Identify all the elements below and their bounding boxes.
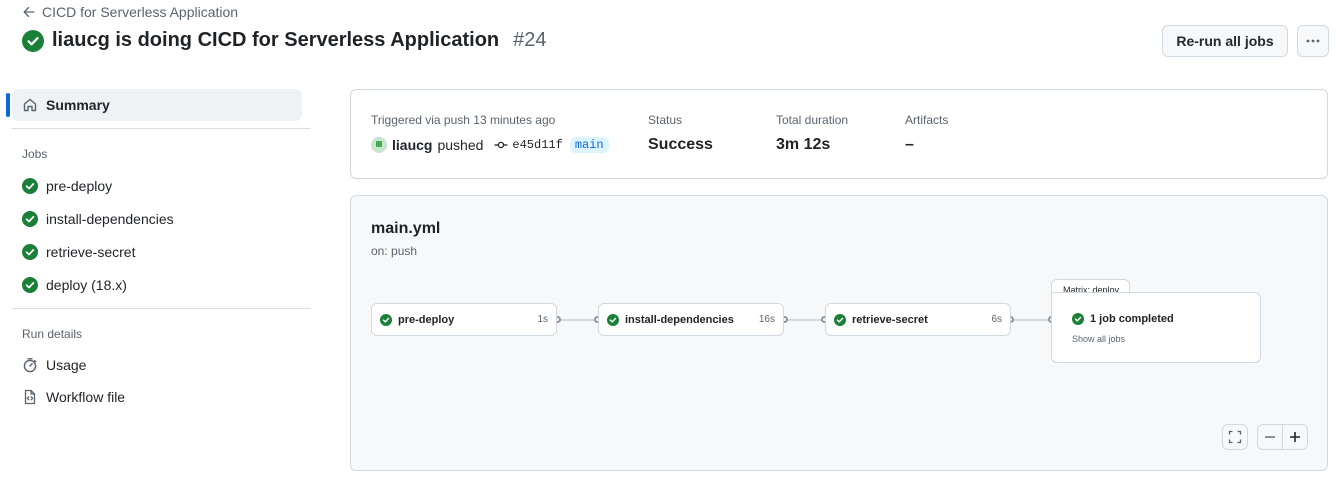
- jobs-heading: Jobs: [22, 147, 48, 161]
- run-details-heading: Run details: [22, 327, 83, 341]
- back-link[interactable]: CICD for Serverless Application: [22, 4, 238, 20]
- success-check-icon: [834, 313, 846, 326]
- arrow-left-icon: [23, 6, 35, 18]
- push-action: pushed: [437, 137, 484, 153]
- back-link-label: CICD for Serverless Application: [42, 4, 239, 20]
- job-connector: [785, 319, 825, 321]
- pusher-info: liaucg pushed e45d11f main: [371, 137, 609, 153]
- duration-value: 3m 12s: [776, 136, 831, 153]
- success-check-icon: [22, 277, 38, 293]
- job-duration: 1s: [537, 314, 548, 325]
- sidebar-job-retrieve-secret[interactable]: retrieve-secret: [22, 241, 135, 263]
- sidebar-item-usage[interactable]: Usage: [22, 354, 86, 376]
- sidebar-job-label: install-dependencies: [46, 211, 174, 227]
- commit-sha: e45d11f: [512, 138, 563, 152]
- matrix-deploy-node[interactable]: 1 job completed Show all jobs: [1051, 292, 1261, 363]
- success-check-icon: [22, 211, 38, 227]
- job-node-retrieve-secret[interactable]: retrieve-secret 6s: [825, 303, 1011, 336]
- file-code-icon: [24, 389, 36, 405]
- job-connector: [1011, 319, 1053, 321]
- git-commit-icon: [494, 141, 508, 149]
- kebab-horizontal-icon: [1306, 39, 1320, 43]
- job-duration: 6s: [991, 314, 1002, 325]
- sidebar-job-install-dependencies[interactable]: install-dependencies: [22, 208, 174, 230]
- success-check-icon: [22, 178, 38, 194]
- workflow-trigger: on: push: [371, 244, 418, 258]
- success-check-icon: [22, 29, 44, 52]
- sidebar-item-workflow-file[interactable]: Workflow file: [22, 386, 125, 408]
- minus-icon: [1265, 436, 1275, 438]
- more-options-button[interactable]: [1297, 25, 1329, 57]
- run-summary-card: Triggered via push 13 minutes ago liaucg…: [350, 89, 1328, 179]
- sidebar-item-label: Summary: [46, 97, 110, 113]
- job-node-install-dependencies[interactable]: install-dependencies 16s: [598, 303, 784, 336]
- job-duration: 16s: [758, 314, 775, 325]
- workflow-graph: main.yml on: push pre-deploy 1s install-…: [350, 195, 1328, 471]
- success-check-icon: [380, 313, 392, 326]
- sidebar-job-label: retrieve-secret: [46, 244, 136, 260]
- sidebar-item-label: Usage: [46, 357, 87, 373]
- status-value: Success: [648, 136, 713, 153]
- page-title: liaucg is doing CICD for Serverless Appl…: [22, 29, 547, 52]
- active-marker: [6, 93, 10, 117]
- sidebar-job-label: deploy (18.x): [46, 277, 127, 293]
- divider: [12, 308, 310, 309]
- divider: [12, 128, 310, 129]
- fullscreen-button[interactable]: [1222, 424, 1248, 450]
- success-check-icon: [22, 244, 38, 260]
- stopwatch-icon: [23, 358, 37, 373]
- job-connector: [558, 319, 598, 321]
- zoom-in-button[interactable]: [1282, 424, 1308, 450]
- zoom-out-button[interactable]: [1257, 424, 1283, 450]
- home-icon: [23, 98, 37, 112]
- triggered-label: Triggered via push 13 minutes ago: [371, 113, 556, 127]
- job-name: pre-deploy: [398, 313, 455, 326]
- sidebar-job-deploy[interactable]: deploy (18.x): [22, 274, 127, 296]
- job-node-pre-deploy[interactable]: pre-deploy 1s: [371, 303, 557, 336]
- avatar[interactable]: [371, 137, 387, 153]
- artifacts-label: Artifacts: [905, 113, 949, 127]
- job-name: retrieve-secret: [852, 313, 928, 326]
- duration-label: Total duration: [776, 113, 849, 127]
- workflow-file-name[interactable]: main.yml: [371, 220, 440, 238]
- success-check-icon: [1072, 313, 1084, 325]
- run-number: #24: [513, 29, 547, 51]
- branch-badge[interactable]: main: [569, 137, 609, 153]
- rerun-all-jobs-button[interactable]: Re-run all jobs: [1162, 25, 1288, 57]
- success-check-icon: [607, 313, 619, 326]
- status-label: Status: [648, 113, 683, 127]
- matrix-status: 1 job completed: [1072, 313, 1174, 325]
- pusher-name[interactable]: liaucg: [392, 137, 432, 153]
- commit-link[interactable]: e45d11f: [494, 138, 563, 152]
- show-all-jobs-link[interactable]: Show all jobs: [1072, 334, 1125, 344]
- sidebar-job-label: pre-deploy: [46, 178, 113, 194]
- sidebar-item-summary[interactable]: Summary: [12, 89, 302, 121]
- plus-icon: [1290, 432, 1300, 442]
- fullscreen-icon: [1228, 430, 1242, 444]
- sidebar-job-pre-deploy[interactable]: pre-deploy: [22, 175, 112, 197]
- artifacts-value: –: [905, 136, 914, 153]
- run-title: liaucg is doing CICD for Serverless Appl…: [52, 29, 500, 51]
- sidebar-item-label: Workflow file: [46, 389, 126, 405]
- job-name: install-dependencies: [625, 313, 734, 326]
- matrix-status-text: 1 job completed: [1090, 313, 1174, 325]
